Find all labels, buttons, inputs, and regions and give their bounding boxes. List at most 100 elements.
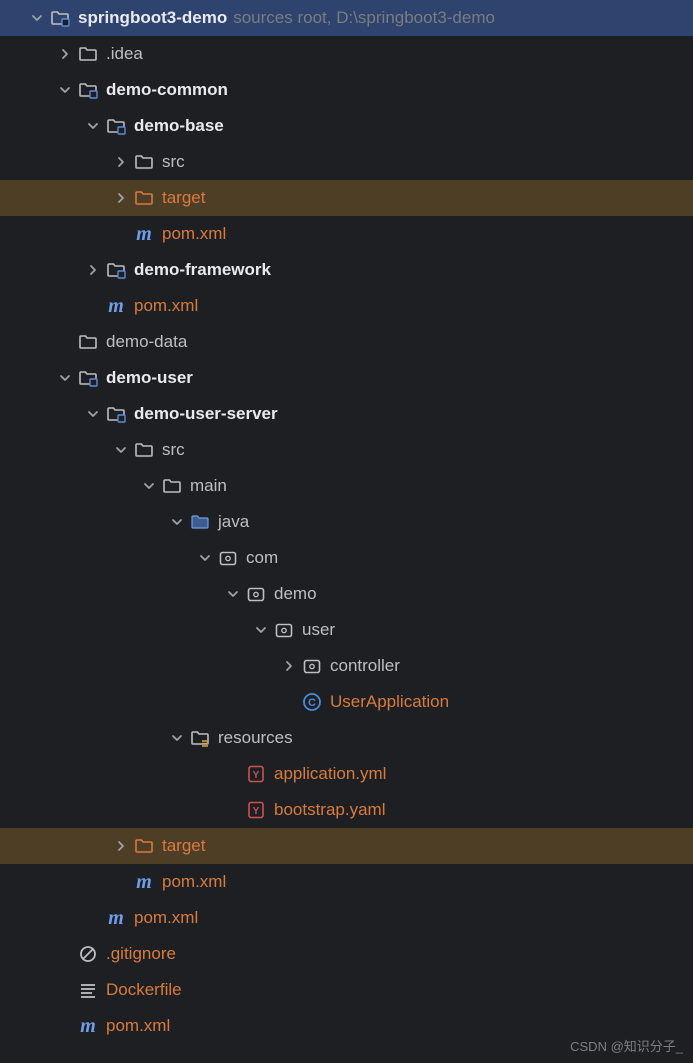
expand-arrow-icon[interactable] bbox=[280, 657, 298, 675]
tree-item-label: pom.xml bbox=[162, 872, 226, 892]
folder-icon bbox=[134, 152, 154, 172]
tree-row[interactable]: Dockerfile bbox=[0, 972, 693, 1008]
tree-row[interactable]: main bbox=[0, 468, 693, 504]
tree-item-label: demo-base bbox=[134, 116, 224, 136]
folder-o-icon bbox=[134, 836, 154, 856]
tree-row[interactable]: user bbox=[0, 612, 693, 648]
expand-arrow-icon[interactable] bbox=[112, 837, 130, 855]
tree-row[interactable]: m pom.xml bbox=[0, 900, 693, 936]
maven-icon: m bbox=[134, 224, 154, 244]
src-folder-icon bbox=[190, 512, 210, 532]
tree-item-label: main bbox=[190, 476, 227, 496]
tree-item-label: pom.xml bbox=[134, 296, 198, 316]
module-icon bbox=[106, 404, 126, 424]
class-icon bbox=[302, 692, 322, 712]
tree-item-label: demo-framework bbox=[134, 260, 271, 280]
tree-row[interactable]: controller bbox=[0, 648, 693, 684]
tree-row[interactable]: .idea bbox=[0, 36, 693, 72]
tree-item-label: demo-user-server bbox=[134, 404, 278, 424]
yaml-icon bbox=[246, 764, 266, 784]
maven-icon: m bbox=[106, 296, 126, 316]
package-icon bbox=[274, 620, 294, 640]
maven-icon: m bbox=[78, 1016, 98, 1036]
tree-item-label: bootstrap.yaml bbox=[274, 800, 386, 820]
folder-icon bbox=[78, 44, 98, 64]
expand-arrow-icon[interactable] bbox=[56, 45, 74, 63]
expand-arrow-icon[interactable] bbox=[56, 369, 74, 387]
tree-row[interactable]: target bbox=[0, 180, 693, 216]
package-icon bbox=[302, 656, 322, 676]
tree-row[interactable]: demo-data bbox=[0, 324, 693, 360]
tree-item-label: target bbox=[162, 836, 205, 856]
resources-icon bbox=[190, 728, 210, 748]
tree-item-label: java bbox=[218, 512, 249, 532]
folder-icon bbox=[78, 332, 98, 352]
tree-row[interactable]: mpom.xml bbox=[0, 216, 693, 252]
tree-item-label: UserApplication bbox=[330, 692, 449, 712]
folder-icon bbox=[162, 476, 182, 496]
tree-row[interactable]: src bbox=[0, 144, 693, 180]
tree-item-label: src bbox=[162, 440, 185, 460]
tree-item-label: src bbox=[162, 152, 185, 172]
package-icon bbox=[246, 584, 266, 604]
expand-arrow-icon[interactable] bbox=[196, 549, 214, 567]
tree-item-label: pom.xml bbox=[134, 908, 198, 928]
tree-item-label: .gitignore bbox=[106, 944, 176, 964]
tree-item-label: target bbox=[162, 188, 205, 208]
tree-row[interactable]: m pom.xml bbox=[0, 864, 693, 900]
expand-arrow-icon[interactable] bbox=[112, 189, 130, 207]
watermark: CSDN @知识分子_ bbox=[570, 1036, 683, 1055]
tree-item-subtext: sources root, D:\springboot3-demo bbox=[233, 8, 495, 28]
tree-item-label: demo-data bbox=[106, 332, 187, 352]
expand-arrow-icon[interactable] bbox=[56, 81, 74, 99]
expand-arrow-icon[interactable] bbox=[84, 261, 102, 279]
project-tree[interactable]: springboot3-demo sources root, D:\spring… bbox=[0, 0, 693, 1044]
expand-arrow-icon[interactable] bbox=[84, 117, 102, 135]
tree-row[interactable]: m pom.xml bbox=[0, 288, 693, 324]
tree-item-label: demo-common bbox=[106, 80, 228, 100]
folder-icon bbox=[134, 440, 154, 460]
tree-row[interactable]: demo-common bbox=[0, 72, 693, 108]
tree-row[interactable]: demo-user bbox=[0, 360, 693, 396]
tree-item-label: springboot3-demo bbox=[78, 8, 227, 28]
tree-row[interactable]: com bbox=[0, 540, 693, 576]
expand-arrow-icon[interactable] bbox=[168, 513, 186, 531]
maven-icon: m bbox=[134, 872, 154, 892]
tree-row[interactable]: java bbox=[0, 504, 693, 540]
expand-arrow-icon[interactable] bbox=[252, 621, 270, 639]
tree-item-label: demo-user bbox=[106, 368, 193, 388]
tree-row[interactable]: bootstrap.yaml bbox=[0, 792, 693, 828]
module-icon bbox=[78, 368, 98, 388]
tree-item-label: controller bbox=[330, 656, 400, 676]
docker-icon bbox=[78, 980, 98, 1000]
expand-arrow-icon[interactable] bbox=[112, 153, 130, 171]
tree-row[interactable]: src bbox=[0, 432, 693, 468]
tree-row[interactable]: resources bbox=[0, 720, 693, 756]
tree-row[interactable]: demo-user-server bbox=[0, 396, 693, 432]
tree-row[interactable]: demo-framework bbox=[0, 252, 693, 288]
folder-o-icon bbox=[134, 188, 154, 208]
package-icon bbox=[218, 548, 238, 568]
tree-row[interactable]: .gitignore bbox=[0, 936, 693, 972]
tree-item-label: demo bbox=[274, 584, 317, 604]
expand-arrow-icon[interactable] bbox=[112, 441, 130, 459]
tree-row[interactable]: application.yml bbox=[0, 756, 693, 792]
tree-row[interactable]: demo-base bbox=[0, 108, 693, 144]
tree-row[interactable]: target bbox=[0, 828, 693, 864]
tree-item-label: application.yml bbox=[274, 764, 386, 784]
module-icon bbox=[106, 260, 126, 280]
tree-item-label: user bbox=[302, 620, 335, 640]
expand-arrow-icon[interactable] bbox=[28, 9, 46, 27]
tree-item-label: Dockerfile bbox=[106, 980, 182, 1000]
maven-icon: m bbox=[106, 908, 126, 928]
tree-item-label: pom.xml bbox=[106, 1016, 170, 1036]
tree-item-label: .idea bbox=[106, 44, 143, 64]
tree-row[interactable]: springboot3-demo sources root, D:\spring… bbox=[0, 0, 693, 36]
expand-arrow-icon[interactable] bbox=[140, 477, 158, 495]
expand-arrow-icon[interactable] bbox=[168, 729, 186, 747]
tree-row[interactable]: UserApplication bbox=[0, 684, 693, 720]
yaml-icon bbox=[246, 800, 266, 820]
tree-row[interactable]: demo bbox=[0, 576, 693, 612]
expand-arrow-icon[interactable] bbox=[84, 405, 102, 423]
expand-arrow-icon[interactable] bbox=[224, 585, 242, 603]
